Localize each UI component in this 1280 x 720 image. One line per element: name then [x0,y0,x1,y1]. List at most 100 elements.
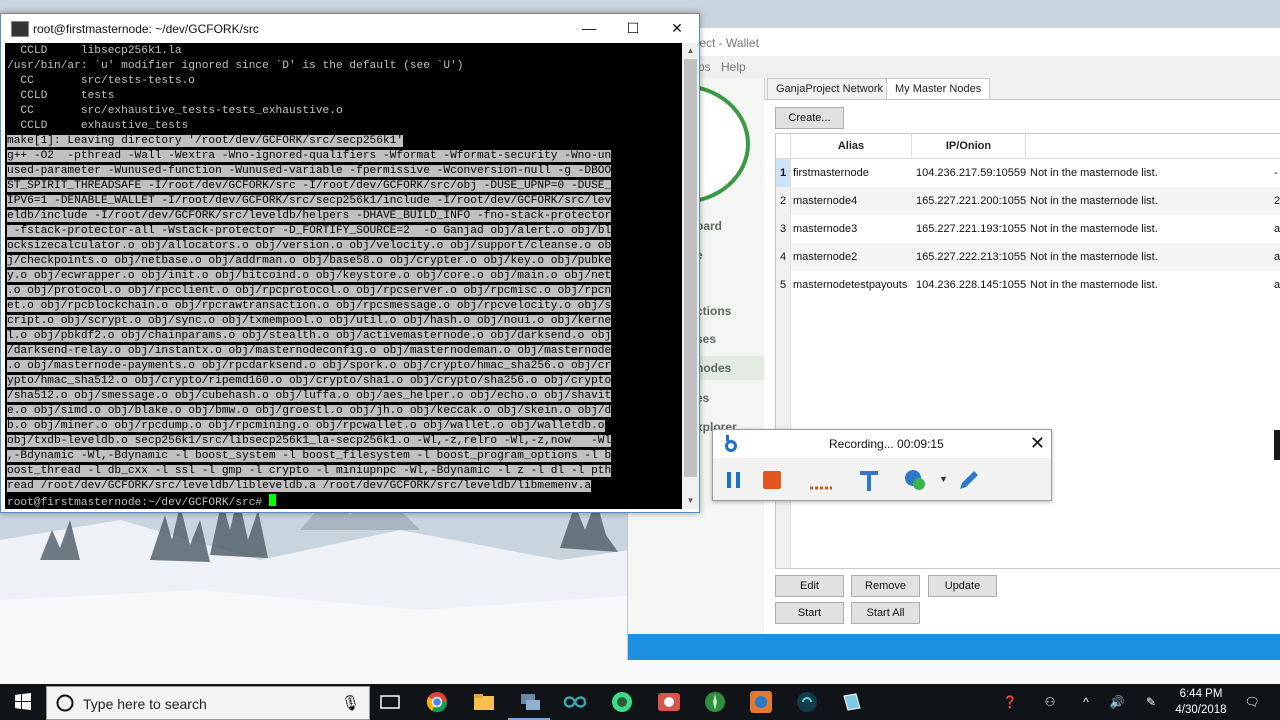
row-status: Not in the masternode list. [1030,195,1158,207]
terminal-line: l.o obj/pbkdf2.o obj/chainparams.o obj/s… [7,329,612,344]
volume-icon[interactable]: 🔊 [1106,684,1128,720]
notifications-icon[interactable]: 🗨 [1240,684,1264,720]
terminal-line-text: oost_thread -l db_cxx -l ssl -l gmp -l c… [7,465,612,477]
row-status: Not in the masternode list. [1030,279,1158,291]
terminal-line: .o obj/masternode-payments.o obj/rpcdark… [7,359,612,374]
scrollbar-thumb[interactable] [684,59,697,477]
terminal-prompt-line[interactable]: root@firstmasternode:~/dev/GCFORK/src# [7,494,611,509]
network-share-icon[interactable] [518,690,542,714]
arduino-icon[interactable] [563,690,587,714]
sidebar-item-masternodes[interactable]: nodes [688,356,771,380]
terminal-line: j/checkpoints.o obj/netbase.o obj/addrma… [7,254,612,269]
terminal-title-bar[interactable]: root@firstmasternode: ~/dev/GCFORK/src —… [1,14,699,43]
terminal-line-text: -fstack-protector-all -Wstack-protector … [7,225,612,237]
create-button[interactable]: Create... [775,107,844,129]
remove-button[interactable]: Remove [851,575,920,597]
cortana-icon [56,694,74,712]
scroll-up-icon[interactable]: ▲ [682,43,699,59]
table-row[interactable]: 5 masternodetestpayouts 104.236.228.145:… [776,271,1280,299]
task-view-icon[interactable] [378,690,402,714]
terminal-line-text: read /root/dev/GCFORK/src/leveldb/liblev… [7,480,592,492]
recorder-app-icon[interactable] [657,690,681,714]
microphone-icon[interactable]: 🎙 [341,694,360,712]
terminal-line-text: CCLD exhaustive_tests [7,120,189,132]
terminal-title: root@firstmasternode: ~/dev/GCFORK/src [33,22,259,36]
terminal-line-text: y.o obj/ecwrapper.o obj/init.o obj/bitco… [7,270,612,282]
update-button[interactable]: Update [928,575,997,597]
tab-network[interactable]: GanjaProject Network [767,78,892,100]
table-row[interactable]: 3 masternode3 165.227.221.193:10559 Not … [776,215,1280,243]
system-clock[interactable]: 6:44 PM 4/30/2018 [1166,686,1236,718]
people-icon[interactable]: ⚇ [1040,684,1060,720]
terminal-line: g++ -O2 -pthread -Wall -Wextra -Wno-igno… [7,149,612,164]
wallet-title-bar[interactable]: oject - Wallet [628,28,1280,56]
pause-icon[interactable] [725,468,743,492]
terminal-line: CCLD libsecp256k1.la [7,44,611,59]
android-studio-icon[interactable] [610,690,634,714]
terminal-line-text: /darksend-relay.o obj/instantx.o obj/mas… [7,345,612,357]
terminal-scrollbar[interactable]: ▲ ▼ [682,43,699,509]
column-header-alias[interactable]: Alias [791,134,912,159]
row-tail: a [1274,251,1280,263]
terminal-line-text: cript.o obj/scrypt.o obj/sync.o obj/txme… [7,315,612,327]
recorder-header[interactable]: Recording... 00:09:15 ✕ [713,430,1051,458]
terminal-line-text: used-parameter -Wunused-function -Wunuse… [7,165,612,177]
tab-bar: GanjaProject Network My Master Nodes [764,78,1280,102]
dropdown-arrow-icon[interactable]: ▼ [939,474,948,498]
terminal-output[interactable]: CCLD libsecp256k1.la/usr/bin/ar: `u' mod… [5,43,682,509]
vlc-icon[interactable] [749,690,773,714]
row-tail: a [1274,279,1280,291]
row-ip: 165.227.222.213:10559 [916,251,1026,263]
minimize-button[interactable]: — [567,14,611,43]
terminal-line: oost_thread -l db_cxx -l ssl -l gmp -l c… [7,464,612,479]
table-row[interactable]: 2 masternode4 165.227.221.200:10559 Not … [776,187,1280,215]
ganja-wallet-icon[interactable] [703,690,727,714]
webcam-stand-icon[interactable] [858,468,880,492]
terminal-line: make[1]: Leaving directory '/root/dev/GC… [7,134,611,149]
terminal-line-text: .o obj/masternode-payments.o obj/rpcdark… [7,360,612,372]
close-icon[interactable]: ✕ [1030,433,1045,454]
help-icon[interactable]: ❓ [998,684,1022,720]
start-all-button[interactable]: Start All [851,602,920,624]
notepad-icon[interactable] [840,690,864,714]
pen-icon[interactable] [957,468,979,492]
row-alias: masternode2 [793,251,858,263]
masternodes-panel: Create... Alias IP/Onion 1 firstmasterno… [764,99,1280,635]
chrome-icon[interactable] [425,690,449,714]
row-ip: 165.227.221.193:10559 [916,223,1026,235]
row-number: 1 [776,159,791,187]
terminal-line-text: make[1]: Leaving directory '/root/dev/GC… [7,135,404,147]
table-row[interactable]: 4 masternode2 165.227.222.213:10559 Not … [776,243,1280,271]
terminal-line: CCLD tests [7,89,611,104]
sidebar-item-transactions[interactable]: ctions [696,304,731,318]
terminal-line-text: et.o obj/rpcblockchain.o obj/rpcrawtrans… [7,300,612,312]
row-alias: firstmasternode [793,167,869,179]
row-tail: 2 [1274,195,1280,207]
audio-level-icon[interactable] [809,468,833,492]
pen-workspace-icon[interactable]: ✎ [1140,684,1162,720]
scroll-down-icon[interactable]: ▼ [682,493,699,509]
terminal-line-text: .o obj/protocol.o obj/rpcclient.o obj/rp… [7,285,612,297]
stop-icon[interactable] [762,468,782,492]
row-status: Not in the masternode list. [1030,251,1158,263]
start-button[interactable]: Start [775,602,844,624]
file-explorer-icon[interactable] [472,690,496,714]
column-header-ip[interactable]: IP/Onion [912,134,1026,159]
webcam-add-icon[interactable] [903,468,927,492]
close-button[interactable]: ✕ [655,14,699,43]
maximize-button[interactable]: ☐ [611,14,655,43]
window-edge [1274,430,1280,460]
taskbar: Type here to search 🎙 ❓ ⚇ ^ 🔊 ✎ 6:44 PM … [0,684,1280,720]
row-tail: - [1274,167,1278,179]
terminal-line: IPV6=1 -DENABLE_WALLET -I/root/dev/GCFOR… [7,194,612,209]
terminal-line: /usr/bin/ar: `u' modifier ignored since … [7,59,611,74]
table-row[interactable]: 1 firstmasternode 104.236.217.59:10559 N… [776,159,1280,187]
taskbar-search-box[interactable]: Type here to search 🎙 [46,686,370,720]
edit-button[interactable]: Edit [775,575,844,597]
show-hidden-icons-icon[interactable]: ^ [1078,684,1094,720]
terminal-line-text: b.o obj/miner.o obj/rpcdump.o obj/rpcmin… [7,420,605,432]
menu-item-help[interactable]: Help [721,60,746,74]
column-header-status [1026,134,1280,159]
windows-start-icon[interactable] [0,684,46,720]
coin-wallet-icon[interactable] [795,690,819,714]
